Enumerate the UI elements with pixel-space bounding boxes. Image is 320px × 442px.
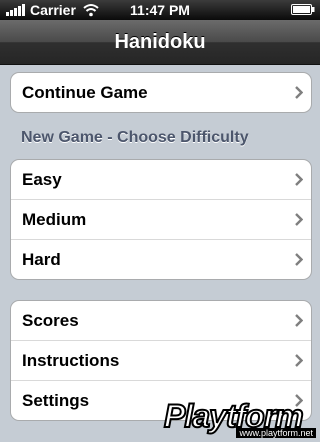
scores-row[interactable]: Scores [11,301,311,341]
row-label: Instructions [22,351,120,370]
row-label: Continue Game [22,83,148,102]
watermark-url: www.playtform.net [236,428,316,438]
status-bar: Carrier 11:47 PM [0,0,320,20]
row-label: Scores [22,311,79,330]
row-label: Easy [22,170,62,189]
section-header-new-game: New Game - Choose Difficulty [21,129,249,146]
continue-group: Continue Game [10,72,312,113]
nav-title: Hanidoku [114,31,206,53]
playtform-watermark: Playtform www.playtform.net [160,397,316,438]
chevron-right-icon [295,86,303,99]
row-label: Settings [22,391,90,410]
navigation-bar: Hanidoku [0,20,320,65]
continue-game-row[interactable]: Continue Game [11,73,311,112]
chevron-right-icon [295,173,303,186]
chevron-right-icon [295,314,303,327]
chevron-right-icon [295,354,303,367]
difficulty-group: Easy Medium Hard [10,159,312,280]
instructions-row[interactable]: Instructions [11,341,311,381]
chevron-right-icon [295,213,303,226]
easy-row[interactable]: Easy [11,160,311,200]
status-time: 11:47 PM [130,2,190,18]
medium-row[interactable]: Medium [11,200,311,240]
chevron-right-icon [295,253,303,266]
row-label: Medium [22,210,87,229]
row-label: Hard [22,250,61,269]
battery-icon [291,4,315,15]
hard-row[interactable]: Hard [11,240,311,279]
